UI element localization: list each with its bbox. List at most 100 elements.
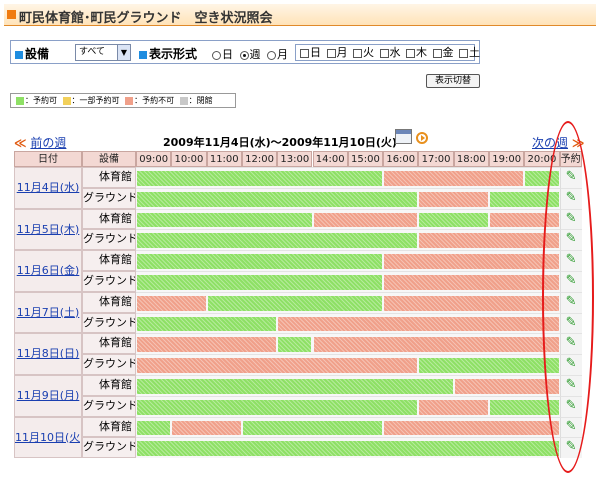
radio-week[interactable]: [239, 50, 249, 60]
facility-label: 体育館: [82, 333, 136, 355]
slot-unavailable: [419, 191, 488, 207]
checkbox-thu[interactable]: [406, 48, 415, 58]
radio-day[interactable]: [212, 50, 221, 60]
availability-track: [136, 395, 560, 417]
slot-unavailable: [419, 233, 559, 249]
checkbox-wed[interactable]: [379, 48, 389, 58]
facility-label: 体育館: [82, 375, 136, 396]
header-hour: 19:00: [489, 151, 525, 167]
slot-unavailable: [419, 399, 488, 415]
next-week-link[interactable]: 次の週 ≫: [532, 134, 584, 151]
go-arrow-icon[interactable]: [416, 132, 428, 144]
facility-label: 体育館: [82, 250, 136, 271]
availability-track: [136, 437, 560, 459]
pencil-icon[interactable]: ✎: [566, 272, 577, 291]
pencil-icon[interactable]: ✎: [566, 251, 577, 270]
slot-available: [419, 358, 559, 373]
date-link[interactable]: 11月4日(水): [17, 181, 80, 194]
slot-available: [419, 212, 488, 228]
checkbox-tue[interactable]: [353, 48, 362, 58]
slot-available: [490, 399, 559, 415]
availability-track: [136, 354, 560, 375]
pencil-icon[interactable]: ✎: [566, 376, 577, 395]
slot-unavailable: [384, 275, 559, 290]
date-link[interactable]: 11月7日(土): [17, 306, 80, 319]
date-link[interactable]: 11月10日(火): [15, 431, 81, 444]
slot-unavailable: [278, 316, 559, 332]
slot-available: [137, 212, 312, 228]
reserve-cell: ✎: [559, 271, 582, 292]
prev-week-link[interactable]: ≪ 前の週: [14, 134, 66, 151]
slot-unavailable: [490, 212, 559, 228]
pencil-icon[interactable]: ✎: [566, 210, 577, 229]
checkbox-fri[interactable]: [432, 48, 442, 58]
checkbox-sun[interactable]: [300, 48, 309, 58]
pencil-icon[interactable]: ✎: [566, 397, 577, 416]
slot-available: [137, 233, 418, 249]
header-hour: 09:00: [136, 151, 172, 167]
header-hour: 15:00: [347, 151, 384, 167]
facility-label: 体育館: [82, 416, 136, 438]
pencil-icon[interactable]: ✎: [566, 314, 577, 333]
availability-table: 日付 設備 09:00 10:00 11:00 12:00 13:00 14:00 15:00 1…: [14, 151, 582, 459]
availability-track: [136, 291, 560, 313]
date-cell: 11月5日(木): [14, 208, 82, 251]
legend: ：予約可 ：一部予約可 ：予約不可 ：閉館: [10, 93, 236, 108]
header-facility: 設備: [82, 151, 136, 167]
display-switch-button[interactable]: 表示切替: [426, 74, 480, 88]
date-link[interactable]: 11月5日(木): [17, 223, 80, 236]
pencil-icon[interactable]: ✎: [566, 189, 577, 208]
slot-available: [137, 441, 559, 457]
calendar-icon[interactable]: [395, 129, 412, 144]
legend-swatch-closed: [179, 96, 188, 105]
slot-unavailable: [137, 295, 206, 311]
date-cell: 11月10日(火): [14, 416, 82, 459]
facility-label: グラウンド: [82, 229, 136, 251]
slot-unavailable: [137, 358, 418, 373]
header-hour: 16:00: [383, 151, 419, 167]
date-link[interactable]: 11月9日(月): [17, 389, 80, 402]
slot-unavailable: [137, 337, 277, 353]
pencil-icon[interactable]: ✎: [566, 334, 577, 353]
display-mode-radios: 日 週 月: [209, 46, 288, 62]
slot-unavailable: [172, 420, 241, 436]
header-hour: 12:00: [241, 151, 278, 167]
slot-unavailable: [313, 212, 418, 228]
slot-available: [278, 337, 312, 353]
checkbox-mon[interactable]: [326, 48, 336, 58]
availability-track: [136, 187, 560, 209]
pencil-icon[interactable]: ✎: [566, 293, 577, 312]
slot-available: [137, 316, 277, 332]
slot-unavailable: [313, 337, 559, 353]
facility-label: グラウンド: [82, 395, 136, 417]
facility-select[interactable]: すべて ▼: [75, 44, 131, 61]
availability-track: [136, 250, 560, 271]
checkbox-sat[interactable]: [459, 48, 468, 58]
weekday-checkboxes: 日 月 火 水 木 金 土: [295, 44, 480, 61]
pencil-icon[interactable]: ✎: [566, 230, 577, 249]
slot-available: [137, 275, 383, 290]
pencil-icon[interactable]: ✎: [566, 438, 577, 457]
reserve-cell: ✎: [559, 229, 582, 251]
double-chevron-right-icon: ≫: [571, 136, 585, 150]
date-link[interactable]: 11月6日(金): [17, 264, 80, 277]
availability-track: [136, 312, 560, 334]
blue-square-icon: [139, 50, 147, 59]
date-cell: 11月4日(水): [14, 167, 82, 209]
date-link[interactable]: 11月8日(日): [17, 347, 80, 360]
pencil-icon[interactable]: ✎: [566, 168, 577, 187]
pencil-icon[interactable]: ✎: [566, 355, 577, 374]
slot-unavailable: [454, 379, 559, 394]
reserve-cell: ✎: [559, 437, 582, 459]
slot-available: [137, 399, 418, 415]
slot-unavailable: [384, 420, 559, 436]
reserve-cell: ✎: [559, 187, 582, 209]
pencil-icon[interactable]: ✎: [566, 418, 577, 437]
date-cell: 11月6日(金): [14, 250, 82, 292]
slot-available: [242, 420, 383, 436]
blue-square-icon: [15, 50, 23, 59]
radio-month[interactable]: [267, 50, 276, 60]
header-hour: 10:00: [171, 151, 207, 167]
filter-bar: 設備 すべて ▼ 表示形式 日 週 月 日 月 火 水 木 金 土: [10, 40, 480, 64]
facility-label: グラウンド: [82, 187, 136, 209]
